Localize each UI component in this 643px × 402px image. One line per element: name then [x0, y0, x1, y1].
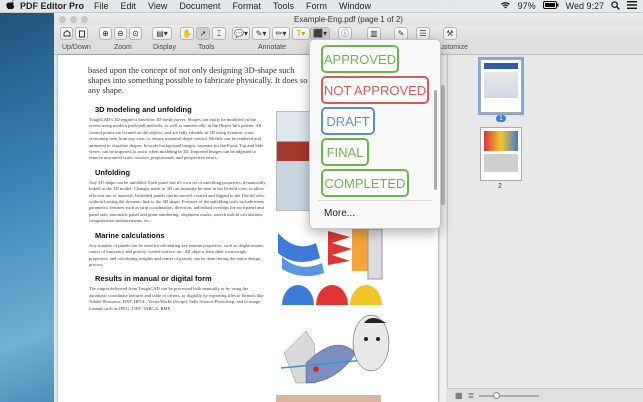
label-display: Display	[153, 44, 176, 51]
more-stamps-item[interactable]: More...	[324, 208, 355, 219]
pencil-annotation-icon[interactable]: ✎▾	[252, 27, 270, 40]
battery-icon[interactable]	[542, 1, 559, 11]
label-zoom: Zoom	[114, 44, 132, 51]
label-updown: Up/Down	[62, 44, 91, 51]
display-mode-button[interactable]: ▤▾	[152, 27, 172, 40]
stamp-final[interactable]: FINAL	[321, 138, 369, 166]
stamp-completed[interactable]: COMPLETED	[321, 169, 409, 197]
page-thumbnail-1[interactable]	[478, 57, 524, 115]
page-number-2: 2	[498, 183, 502, 190]
menu-bar: PDF Editor Pro File Edit View Document F…	[0, 0, 643, 13]
menu-app-name[interactable]: PDF Editor Pro	[20, 1, 84, 11]
section-body: Any number of panels can be used for cal…	[89, 242, 264, 267]
page-number-1: 1	[496, 115, 506, 122]
intro-text: based upon the concept of not only desig…	[88, 65, 317, 95]
section-body: Any 3D shape can be unfolded. Each panel…	[89, 179, 266, 224]
section-body: The output delivered from ToughCAD can b…	[89, 286, 264, 311]
menu-view[interactable]: View	[148, 1, 167, 11]
hand-tool-icon[interactable]: ✋	[180, 27, 194, 40]
wifi-icon[interactable]	[500, 1, 511, 11]
thumbnail-size-slider[interactable]	[479, 391, 540, 399]
section-body: ToughCAD's 3D engine is based on 3D mesh…	[89, 117, 264, 161]
clock[interactable]: Wed 9:27	[566, 1, 604, 11]
stamp-approved[interactable]: APPROVED	[321, 45, 399, 73]
customize-tools-icon[interactable]: ⚒	[443, 27, 457, 40]
menu-scrollbar[interactable]	[434, 90, 437, 190]
menu-tools[interactable]: Tools	[273, 1, 294, 11]
section-heading: Unfolding	[95, 167, 130, 177]
face-scan-figure	[276, 313, 391, 393]
thumbnail-grid-icon[interactable]: ▦	[455, 391, 463, 400]
text-annotation-icon[interactable]: T▾	[292, 27, 310, 40]
label-customize: ustomize	[440, 44, 469, 51]
page-thumbnail-2[interactable]	[480, 127, 522, 181]
page-down-button[interactable]	[75, 27, 88, 40]
stamp-dropdown-menu: APPROVED NOT APPROVED DRAFT FINAL COMPLE…	[309, 39, 441, 229]
bottom-figure	[276, 395, 381, 402]
spotlight-search-icon[interactable]	[611, 0, 620, 12]
stamp-draft[interactable]: DRAFT	[321, 107, 375, 135]
highlighter-annotation-icon[interactable]: ✏▾	[272, 27, 290, 40]
apple-icon[interactable]	[0, 0, 20, 12]
zoom-in-icon[interactable]: ⊕	[99, 27, 112, 40]
window-title: Example-Eng.pdf (page 1 of 2)	[294, 14, 403, 24]
menu-file[interactable]: File	[94, 1, 109, 11]
menu-edit[interactable]: Edit	[121, 1, 137, 11]
label-annotate: Annotate	[258, 44, 287, 51]
menu-window[interactable]: Window	[339, 1, 371, 11]
menu-form[interactable]: Form	[306, 1, 327, 11]
section-heading: Results in manual or digital form	[95, 274, 212, 284]
status-bar: ▦ ≣	[447, 388, 643, 402]
text-select-icon[interactable]: ⌶	[212, 27, 226, 40]
battery-percent: 97%	[517, 1, 536, 11]
stamp-not-approved[interactable]: NOT APPROVED	[321, 76, 429, 104]
page-up-button[interactable]	[60, 27, 73, 40]
menu-document[interactable]: Document	[179, 1, 220, 11]
title-bar: Example-Eng.pdf (page 1 of 2)	[54, 13, 643, 25]
zoom-fit-icon[interactable]: ⊙	[129, 27, 142, 40]
menu-separator	[318, 200, 432, 201]
zoom-out-icon[interactable]: ⊖	[114, 27, 127, 40]
menu-format[interactable]: Format	[232, 1, 261, 11]
page-thumbnails-sidebar: 1 2	[447, 55, 643, 402]
text-column: 3D modeling and unfolding ToughCAD's 3D …	[89, 105, 267, 318]
notification-center-icon[interactable]	[627, 1, 637, 11]
thumbnail-list-icon[interactable]: ≣	[468, 391, 475, 400]
label-tools: Tools	[198, 44, 215, 51]
comment-annotation-icon[interactable]: 💬▾	[232, 27, 250, 40]
section-heading: 3D modeling and unfolding	[95, 105, 192, 114]
section-heading: Marine calculations	[95, 230, 165, 240]
select-tool-icon[interactable]: ➚	[196, 27, 210, 40]
